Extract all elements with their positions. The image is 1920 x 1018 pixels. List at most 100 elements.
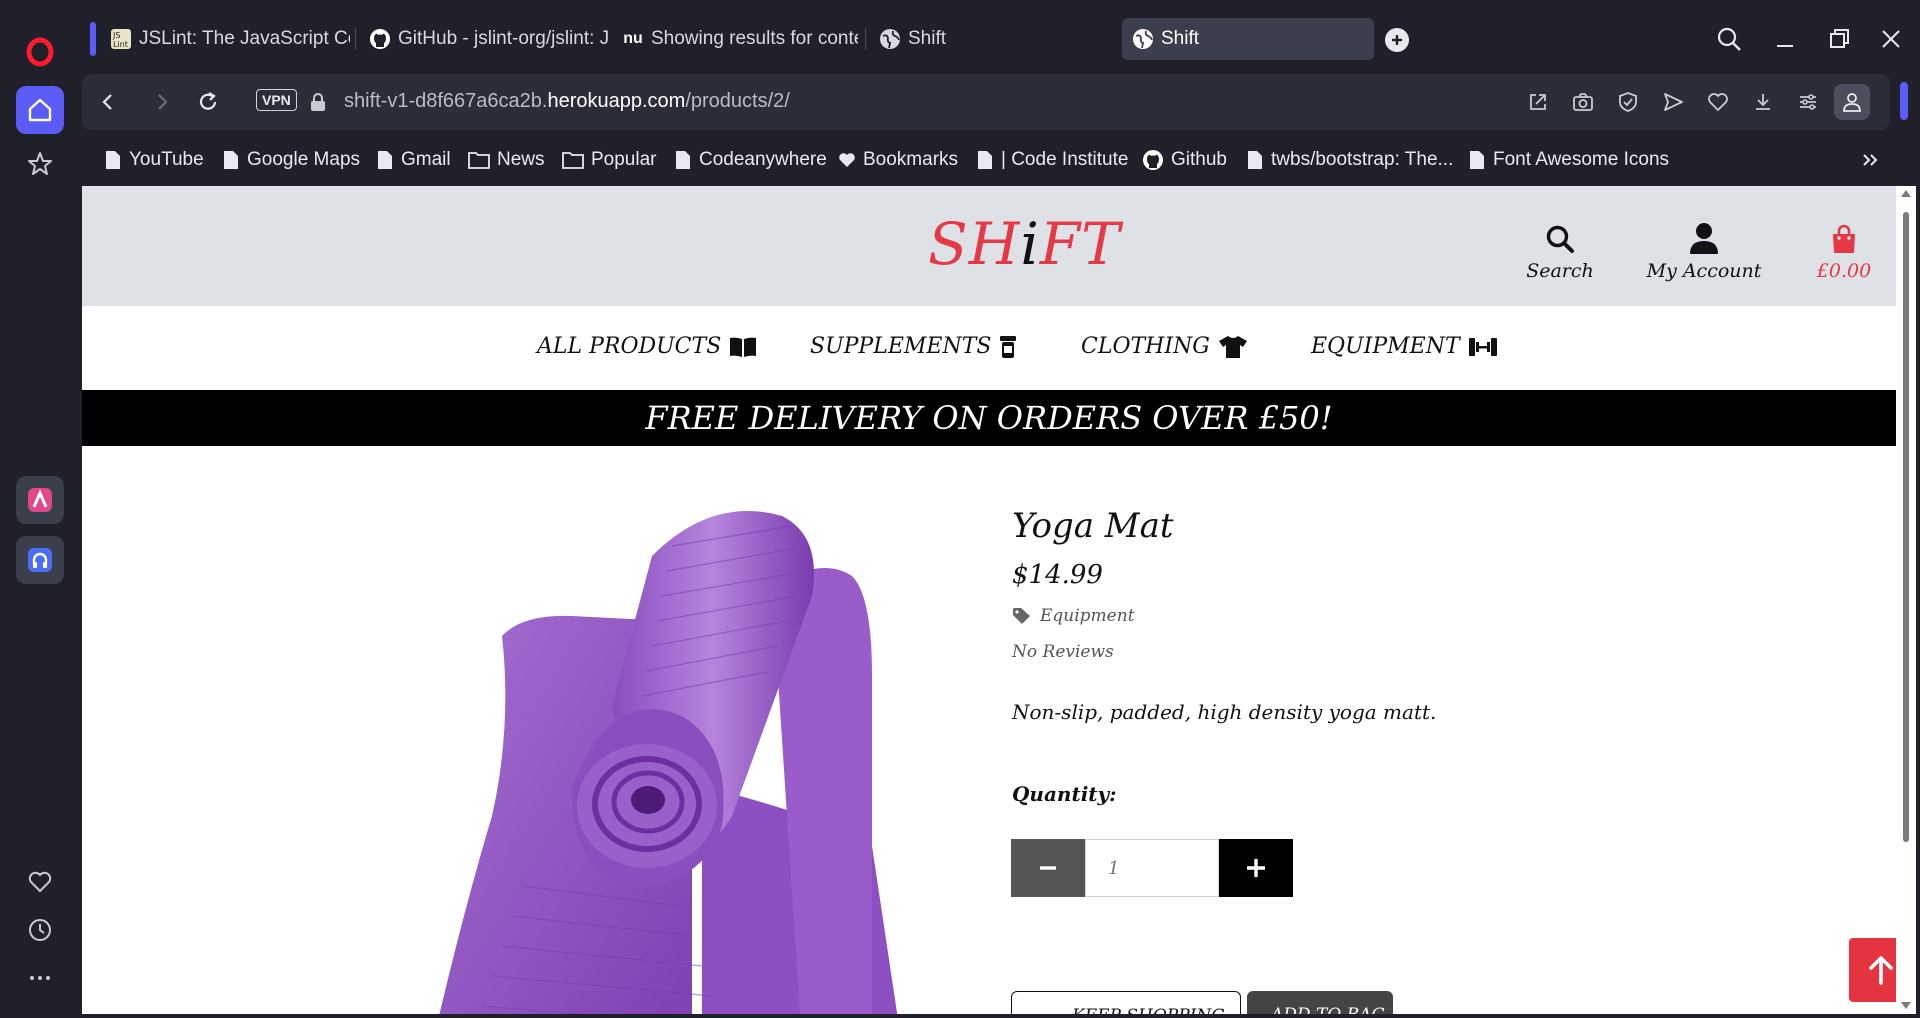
header-account[interactable]: My Account bbox=[1634, 214, 1774, 282]
snapshot-camera-icon[interactable] bbox=[1569, 88, 1597, 116]
send-icon[interactable] bbox=[1659, 88, 1687, 116]
scrollbar-thumb[interactable] bbox=[1903, 212, 1909, 842]
nav-clothing[interactable]: CLOTHING bbox=[1081, 334, 1248, 359]
tab-validator[interactable]: nu Showing results for contents bbox=[612, 18, 858, 60]
opera-logo-icon[interactable] bbox=[16, 28, 64, 76]
download-icon[interactable] bbox=[1749, 88, 1777, 116]
header-search[interactable]: Search bbox=[1518, 214, 1602, 282]
product-description: Non-slip, padded, high density yoga matt… bbox=[1012, 700, 1437, 724]
bookmark-label: | Code Institute bbox=[1001, 149, 1129, 170]
page-scrollbar[interactable] bbox=[1896, 186, 1916, 1014]
scroll-down-icon[interactable] bbox=[1901, 1002, 1911, 1009]
bookmarks-overflow-chevron-icon[interactable] bbox=[1862, 146, 1880, 174]
new-tab-plus-icon[interactable] bbox=[1385, 28, 1409, 52]
product-price: $14.99 bbox=[1012, 560, 1103, 590]
scroll-up-icon[interactable] bbox=[1901, 190, 1911, 197]
shopping-bag-icon bbox=[1794, 214, 1894, 254]
tab-search-icon[interactable] bbox=[1716, 26, 1742, 57]
bookmark-popular[interactable]: Popular bbox=[562, 146, 657, 174]
tab-shift-active[interactable]: Shift bbox=[1122, 18, 1374, 60]
add-to-bag-button[interactable]: ADD TO BAG bbox=[1247, 991, 1393, 1014]
history-clock-icon[interactable] bbox=[16, 906, 64, 954]
bookmark-news[interactable]: News bbox=[468, 146, 545, 174]
tab-label: GitHub - jslint-org/jslint: JSLint bbox=[398, 28, 609, 49]
product-category[interactable]: Equipment bbox=[1012, 606, 1135, 626]
more-dots-icon[interactable] bbox=[16, 954, 64, 1002]
bookmark-font-awesome[interactable]: Font Awesome Icons bbox=[1468, 146, 1669, 174]
delivery-banner: FREE DELIVERY ON ORDERS OVER £50! bbox=[82, 390, 1896, 446]
browser-sidebar bbox=[0, 10, 80, 1018]
increment-button[interactable] bbox=[1219, 839, 1293, 897]
page-icon bbox=[1246, 150, 1264, 170]
easy-setup-icon[interactable] bbox=[1794, 88, 1822, 116]
reload-icon[interactable] bbox=[194, 88, 222, 116]
back-arrow-icon[interactable] bbox=[94, 88, 122, 116]
header-bag[interactable]: £0.00 bbox=[1794, 214, 1894, 282]
tab-separator bbox=[355, 28, 356, 50]
jslint-icon: JS Lint bbox=[110, 28, 132, 50]
tshirt-icon bbox=[1218, 335, 1248, 359]
quantity-label: Quantity: bbox=[1012, 782, 1117, 806]
bookmark-codeanywhere[interactable]: Codeanywhere bbox=[674, 146, 827, 174]
tab-github[interactable]: GitHub - jslint-org/jslint: JSLint bbox=[359, 18, 609, 60]
profile-icon[interactable] bbox=[1834, 84, 1870, 120]
site-header: SHiFT Search My Account £0.00 bbox=[82, 186, 1896, 306]
url-text[interactable]: shift-v1-d8f667a6ca2b.herokuapp.com/prod… bbox=[344, 90, 790, 113]
github-icon bbox=[369, 28, 391, 50]
search-icon bbox=[1518, 214, 1602, 254]
tab-shift[interactable]: Shift bbox=[869, 18, 1069, 60]
url-host: herokuapp.com bbox=[547, 90, 686, 112]
folder-icon bbox=[468, 150, 490, 170]
bookmark-code-institute[interactable]: | Code Institute bbox=[976, 146, 1128, 174]
bookmark-google-maps[interactable]: Google Maps bbox=[222, 146, 360, 174]
bookmark-youtube[interactable]: YouTube bbox=[104, 146, 204, 174]
heart-icon[interactable] bbox=[1704, 88, 1732, 116]
address-bar: VPN shift-v1-d8f667a6ca2b.herokuapp.com/… bbox=[82, 74, 1890, 130]
close-window-icon[interactable] bbox=[1878, 26, 1904, 57]
music-player-icon[interactable] bbox=[16, 536, 64, 584]
vpn-badge[interactable]: VPN bbox=[256, 89, 297, 111]
bookmark-label: YouTube bbox=[129, 149, 204, 170]
forward-arrow-icon[interactable] bbox=[148, 88, 176, 116]
pinboard-star-icon[interactable] bbox=[16, 140, 64, 188]
minimize-icon[interactable] bbox=[1772, 26, 1798, 57]
nav-equipment[interactable]: EQUIPMENT bbox=[1311, 334, 1498, 359]
tab-jslint[interactable]: JSLint JSLint: The JavaScript Code Quali… bbox=[100, 18, 350, 60]
bookmark-github[interactable]: Github bbox=[1142, 146, 1227, 174]
category-label: Equipment bbox=[1040, 606, 1135, 626]
quantity-stepper: 1 bbox=[1011, 839, 1293, 897]
url-path: /products/2/ bbox=[685, 90, 790, 112]
bookmark-bookmarks[interactable]: Bookmarks bbox=[838, 146, 958, 174]
aria-app-icon[interactable] bbox=[16, 476, 64, 524]
page-icon bbox=[376, 150, 394, 170]
bookmark-bootstrap[interactable]: twbs/bootstrap: The... bbox=[1246, 146, 1453, 174]
home-icon[interactable] bbox=[16, 86, 64, 134]
favorites-heart-icon[interactable] bbox=[16, 858, 64, 906]
shield-icon[interactable] bbox=[1614, 88, 1642, 116]
bookmark-gmail[interactable]: Gmail bbox=[376, 146, 451, 174]
site-logo[interactable]: SHiFT bbox=[928, 210, 1121, 278]
decrement-button[interactable] bbox=[1011, 839, 1085, 897]
share-icon[interactable] bbox=[1524, 88, 1552, 116]
bookmark-label: News bbox=[497, 149, 545, 170]
globe-icon bbox=[879, 28, 901, 50]
product-image[interactable] bbox=[402, 486, 1062, 1014]
bookmark-label: Gmail bbox=[401, 149, 451, 170]
nav-label: SUPPLEMENTS bbox=[810, 334, 992, 359]
page-icon bbox=[222, 150, 240, 170]
nav-all-products[interactable]: ALL PRODUCTS bbox=[537, 334, 757, 359]
page-icon bbox=[104, 150, 122, 170]
url-prefix: shift-v1-d8f667a6ca2b. bbox=[344, 90, 548, 112]
tab-separator bbox=[865, 28, 866, 50]
nav-supplements[interactable]: SUPPLEMENTS bbox=[810, 334, 1017, 359]
tab-strip: JSLint JSLint: The JavaScript Code Quali… bbox=[82, 10, 1920, 68]
quantity-input[interactable]: 1 bbox=[1085, 839, 1219, 897]
keep-shopping-button[interactable]: KEEP SHOPPING bbox=[1011, 991, 1241, 1014]
bookmark-label: Google Maps bbox=[247, 149, 361, 170]
bookmark-label: twbs/bootstrap: The... bbox=[1271, 149, 1454, 170]
back-to-top-button[interactable] bbox=[1849, 938, 1896, 1002]
page-icon bbox=[674, 150, 692, 170]
svg-text:Lint: Lint bbox=[113, 40, 128, 49]
lock-icon[interactable] bbox=[304, 88, 332, 116]
restore-window-icon[interactable] bbox=[1826, 26, 1852, 57]
